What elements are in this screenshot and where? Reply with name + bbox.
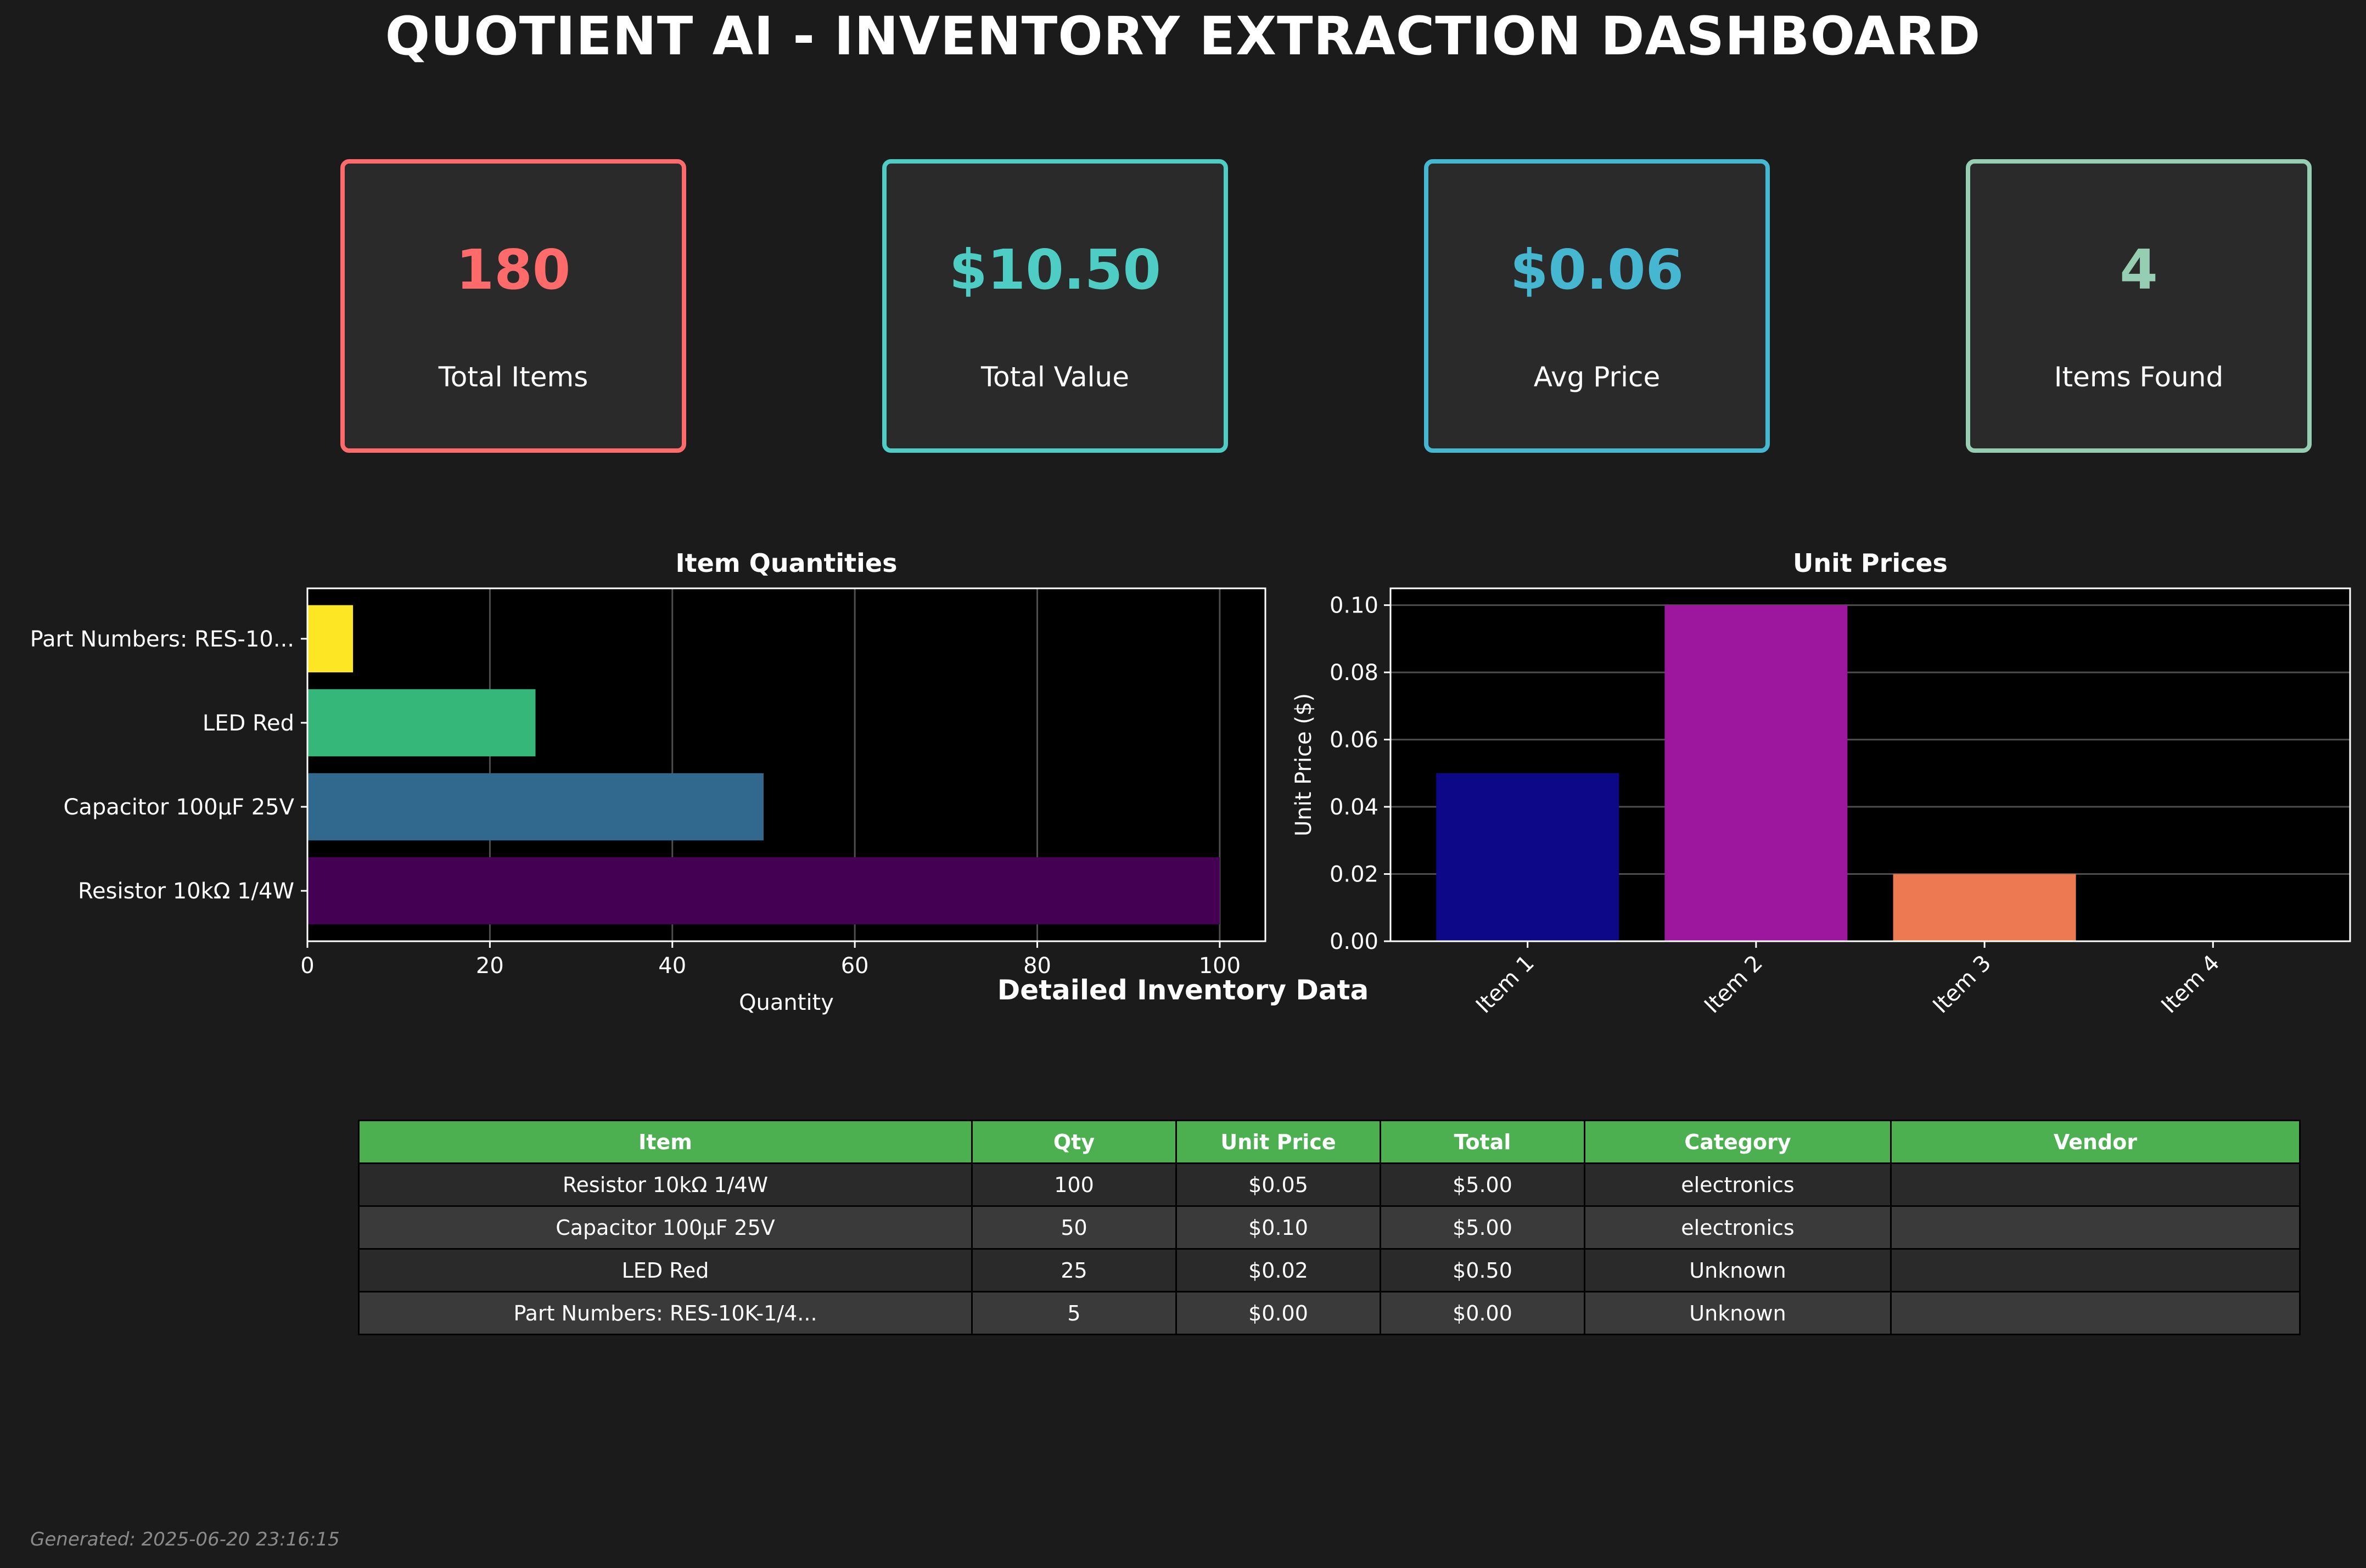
cell-category: Unknown	[1584, 1248, 1892, 1292]
y-tick-label: Capacitor 100µF 25V	[63, 795, 294, 820]
y-tick-label: 0.02	[1330, 862, 1378, 887]
kpi-label: Total Value	[981, 361, 1129, 393]
cell-item: LED Red	[358, 1248, 973, 1292]
cell-vendor	[1890, 1162, 2301, 1207]
cell-item: Capacitor 100µF 25V	[358, 1205, 973, 1250]
kpi-label: Total Items	[438, 361, 588, 393]
bar	[1893, 874, 2076, 941]
column-header-vendor: Vendor	[1890, 1120, 2301, 1164]
y-tick-label: 0.06	[1330, 728, 1378, 753]
kpi-value: 180	[456, 238, 571, 302]
chart-title: Item Quantities	[676, 548, 898, 578]
bar	[1436, 773, 1619, 941]
cell-qty: 100	[971, 1162, 1177, 1207]
kpi-value: $0.06	[1510, 238, 1684, 302]
table-row: LED Red 25 $0.02 $0.50 Unknown	[358, 1248, 2301, 1292]
chart-title: Unit Prices	[1793, 548, 1948, 578]
cell-total: $0.00	[1380, 1291, 1585, 1335]
kpi-card-avg-price: $0.06 Avg Price	[1424, 159, 1770, 453]
cell-unit-price: $0.05	[1175, 1162, 1381, 1207]
cell-vendor	[1890, 1291, 2301, 1335]
cell-total: $5.00	[1380, 1205, 1585, 1250]
y-axis-label: Unit Price ($)	[1291, 693, 1316, 836]
cell-category: Unknown	[1584, 1291, 1892, 1335]
y-tick-label: 0.04	[1330, 795, 1378, 820]
item-quantities-chart: 0 20 40 60 80 100Resistor 10kΩ 1/4WCapacitor …	[30, 548, 1266, 1015]
cell-unit-price: $0.02	[1175, 1248, 1381, 1292]
kpi-card-total-items: 180 Total Items	[340, 159, 686, 453]
y-tick-label: Part Numbers: RES-10...	[30, 627, 294, 652]
table-title: Detailed Inventory Data	[997, 974, 1369, 1006]
bar	[307, 857, 1220, 925]
column-header-item: Item	[358, 1120, 973, 1164]
table-row: Part Numbers: RES-10K-1/4... 5 $0.00 $0.…	[358, 1291, 2301, 1335]
cell-unit-price: $0.10	[1175, 1205, 1381, 1250]
bar	[307, 773, 764, 841]
generated-timestamp: Generated: 2025-06-20 23:16:15	[30, 1528, 340, 1550]
cell-unit-price: $0.00	[1175, 1291, 1381, 1335]
cell-category: electronics	[1584, 1162, 1892, 1207]
kpi-card-items-found: 4 Items Found	[1966, 159, 2312, 453]
table-row: Resistor 10kΩ 1/4W 100 $0.05 $5.00 elect…	[358, 1162, 2301, 1207]
kpi-card-total-value: $10.50 Total Value	[882, 159, 1228, 453]
cell-vendor	[1890, 1248, 2301, 1292]
kpi-label: Items Found	[2054, 361, 2224, 393]
kpi-value: $10.50	[949, 238, 1161, 302]
table-row: Capacitor 100µF 25V 50 $0.10 $5.00 elect…	[358, 1205, 2301, 1250]
dashboard-title: QUOTIENT AI - INVENTORY EXTRACTION DASHB…	[385, 5, 1981, 67]
cell-total: $0.50	[1380, 1248, 1585, 1292]
bar	[307, 605, 354, 673]
y-tick-label: 0.00	[1330, 929, 1378, 954]
cell-vendor	[1890, 1205, 2301, 1250]
column-header-category: Category	[1584, 1120, 1892, 1164]
table-header-row: Item Qty Unit Price Total Category Vendo…	[358, 1120, 2301, 1164]
cell-item: Part Numbers: RES-10K-1/4...	[358, 1291, 973, 1335]
bar	[307, 689, 536, 757]
column-header-unit-price: Unit Price	[1175, 1120, 1381, 1164]
y-tick-label: 0.10	[1330, 593, 1378, 619]
kpi-value: 4	[2120, 238, 2158, 302]
kpi-label: Avg Price	[1533, 361, 1661, 393]
cell-category: electronics	[1584, 1205, 1892, 1250]
column-header-qty: Qty	[971, 1120, 1177, 1164]
y-tick-label: Resistor 10kΩ 1/4W	[78, 879, 294, 904]
cell-item: Resistor 10kΩ 1/4W	[358, 1162, 973, 1207]
column-header-total: Total	[1380, 1120, 1585, 1164]
cell-total: $5.00	[1380, 1162, 1585, 1207]
y-tick-label: LED Red	[203, 711, 294, 736]
inventory-table: Item Qty Unit Price Total Category Vendo…	[358, 1120, 2301, 1335]
bar	[1664, 605, 1848, 941]
y-tick-label: 0.08	[1330, 660, 1378, 685]
cell-qty: 25	[971, 1248, 1177, 1292]
cell-qty: 50	[971, 1205, 1177, 1250]
cell-qty: 5	[971, 1291, 1177, 1335]
